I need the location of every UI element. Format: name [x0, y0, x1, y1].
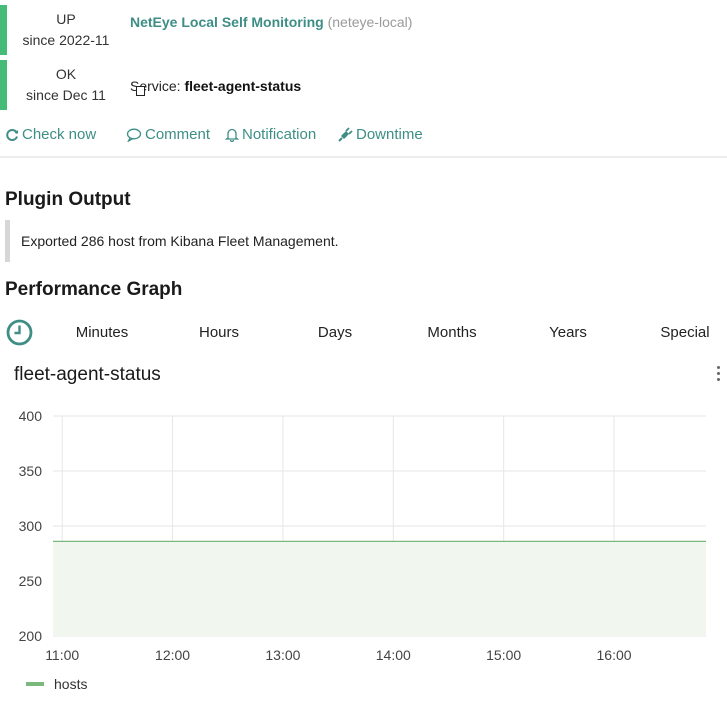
- x-tick-label: 14:00: [376, 647, 411, 663]
- range-tab-years[interactable]: Years: [528, 324, 608, 341]
- y-tick-label: 400: [19, 408, 43, 424]
- notification-label: Notification: [242, 126, 317, 143]
- section-divider: [0, 156, 727, 158]
- host-status-row: UP since 2022-11: [0, 5, 727, 55]
- host-state-since: since 2022-11: [22, 32, 110, 48]
- downtime-button[interactable]: Downtime: [337, 126, 423, 143]
- more-options-icon[interactable]: [716, 366, 721, 384]
- bell-icon: [225, 128, 239, 142]
- performance-graph-heading: Performance Graph: [5, 279, 183, 300]
- service-state-since: since Dec 11: [26, 87, 106, 103]
- x-tick-label: 11:00: [45, 647, 79, 663]
- refresh-icon: [6, 128, 18, 141]
- host-id: (neteye-local): [327, 14, 413, 30]
- range-tab-hours[interactable]: Hours: [179, 324, 259, 341]
- plugin-output-box: Exported 286 host from Kibana Fleet Mana…: [5, 220, 360, 262]
- plugin-output-heading: Plugin Output: [5, 189, 131, 210]
- graph-title: fleet-agent-status: [14, 364, 161, 385]
- x-tick-label: 16:00: [597, 647, 632, 663]
- downtime-label: Downtime: [356, 126, 423, 143]
- x-tick-label: 13:00: [265, 647, 300, 663]
- chart-legend: hosts: [26, 676, 87, 692]
- notification-button[interactable]: Notification: [225, 126, 316, 143]
- x-tick-label: 15:00: [486, 647, 521, 663]
- comment-button[interactable]: Comment: [126, 126, 210, 143]
- host-title: NetEye Local Self Monitoring (neteye-loc…: [130, 14, 412, 30]
- comment-icon: [126, 128, 142, 142]
- legend-label-hosts: hosts: [54, 676, 88, 692]
- plug-icon: [338, 127, 353, 142]
- service-status-badge: OK since Dec 11: [0, 60, 123, 110]
- performance-chart: 200 250 300 350 400 11:00 12:00 13:00 14:00 15:00…: [19, 408, 706, 663]
- mouse-cursor-icon: [136, 86, 145, 96]
- y-tick-label: 200: [19, 628, 43, 644]
- check-now-label: Check now: [22, 126, 97, 143]
- range-tab-months[interactable]: Months: [412, 324, 492, 341]
- legend-swatch-hosts: [26, 682, 44, 686]
- clock-icon[interactable]: [6, 319, 33, 346]
- service-title: Service: fleet-agent-status: [130, 78, 301, 94]
- range-tab-special[interactable]: Special: [645, 324, 725, 341]
- host-state-label: UP: [56, 11, 76, 27]
- comment-label: Comment: [145, 126, 211, 143]
- x-tick-label: 12:00: [155, 647, 190, 663]
- service-state-label: OK: [55, 66, 77, 82]
- check-now-button[interactable]: Check now: [5, 126, 96, 143]
- y-tick-label: 300: [19, 518, 43, 534]
- host-status-badge: UP since 2022-11: [0, 5, 123, 55]
- service-name: fleet-agent-status: [184, 78, 302, 94]
- host-name-link[interactable]: NetEye Local Self Monitoring: [130, 14, 324, 30]
- y-tick-label: 350: [19, 463, 43, 479]
- y-tick-label: 250: [19, 573, 43, 589]
- series-area-hosts: [53, 541, 706, 636]
- service-status-row: OK since Dec 11: [0, 60, 727, 110]
- plugin-output-text: Exported 286 host from Kibana Fleet Mana…: [21, 233, 339, 249]
- range-tab-days[interactable]: Days: [295, 324, 375, 341]
- range-tab-minutes[interactable]: Minutes: [62, 324, 142, 341]
